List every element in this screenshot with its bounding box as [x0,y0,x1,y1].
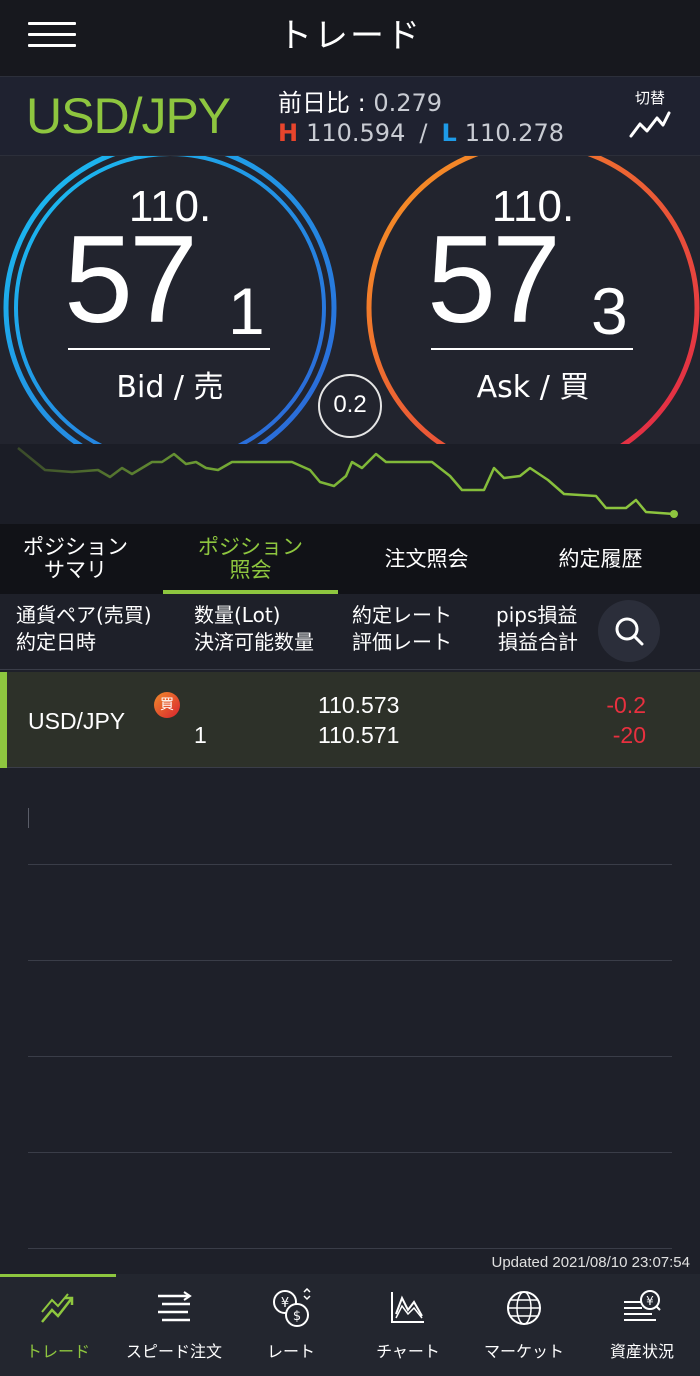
assets-icon: ¥ [624,1290,661,1321]
spread-badge: 0.2 [318,374,382,438]
low-label: L [441,119,457,147]
switch-view-button[interactable]: 切替 [624,87,676,147]
position-quantity: 1 [194,722,207,748]
rate-panel: 110. 57 1 Bid / 売 110. 57 3 Ask / 買 0.2 [0,156,700,444]
bid-divider [68,348,270,350]
high-low: H 110.594 / L 110.278 [278,119,564,147]
bid-rate-fraction: 1 [228,274,265,348]
position-tabs: ポジション サマリ ポジション 照会 注文照会 約定履歴 [0,524,700,594]
svg-text:¥: ¥ [646,1294,654,1308]
price-sparkline [0,444,700,524]
currency-pair-bar: USD/JPY 前日比 : 0.279 H 110.594 / L 110.278 切替 [0,76,700,156]
position-contract-rate: 110.573 [318,692,400,718]
ask-divider [431,348,633,350]
position-pips-pl: -0.2 [606,692,646,718]
tab-order-inquiry[interactable]: 注文照会 [339,524,514,594]
nav-rate[interactable]: ¥ $ レート [233,1274,349,1376]
list-separator [28,960,672,961]
col-pair-side: 通貨ペア(売買) [16,603,152,627]
nav-chart-label: チャート [376,1342,440,1361]
empty-position-list [0,768,700,1249]
high-label: H [278,119,299,147]
search-button[interactable] [598,600,660,662]
previous-day-change: 前日比 : 0.279 [278,83,442,118]
nav-rate-label: レート [266,1342,315,1361]
updated-timestamp: Updated 2021/08/10 23:07:54 [491,1254,690,1271]
list-separator [28,864,672,865]
ask-label: Ask / 買 [476,370,590,405]
low-value: 110.278 [464,119,564,147]
sparkline-chart [17,447,678,518]
nav-assets-label: 資産状況 [609,1342,674,1361]
tab-execution-history-label: 約定履歴 [558,546,643,571]
col-contract-rate: 約定レート [352,603,452,627]
buy-side-badge: 買 [154,692,180,718]
chart-icon [391,1292,424,1323]
svg-text:$: $ [293,1309,301,1324]
col-quantity: 数量(Lot) [194,603,281,627]
tab-execution-history[interactable]: 約定履歴 [513,524,688,594]
app-header: トレード [0,0,700,76]
page-title: トレード [278,16,422,56]
bid-label: Bid / 売 [116,370,224,405]
position-row-marker [0,672,7,768]
position-evaluation-rate: 110.571 [318,722,400,748]
nav-market[interactable]: マーケット [466,1274,582,1376]
ask-rate-pips: 57 [427,211,561,349]
list-separator [28,1056,672,1057]
trend-chart-icon [629,111,671,138]
col-pips-pl: pips損益 [496,603,578,627]
position-pair: USD/JPY [28,708,126,734]
ask-buy-button[interactable]: 110. 57 3 Ask / 買 [413,156,653,444]
high-low-separator: / [419,119,428,147]
nav-trade-label: トレード [25,1342,90,1361]
tab-position-inquiry-label: ポジション 照会 [198,535,303,582]
col-settleable-quantity: 決済可能数量 [194,630,314,654]
switch-label: 切替 [634,89,665,107]
nav-speed-order-label: スピード注文 [125,1342,222,1361]
tab-order-inquiry-label: 注文照会 [384,546,469,571]
nav-chart[interactable]: チャート [350,1274,466,1376]
tab-position-inquiry[interactable]: ポジション 照会 [163,524,338,594]
col-total-pl: 損益合計 [498,630,578,654]
list-separator [28,1152,672,1153]
market-globe-icon [507,1291,541,1325]
currency-pair-name[interactable]: USD/JPY [26,87,231,145]
position-total-pl: -20 [612,722,646,748]
trade-screen: トレード USD/JPY 前日比 : 0.279 H 110.594/L 110.2… [0,0,700,1376]
previous-day-change-label: 前日比 : [278,89,374,117]
list-divider-tick [28,808,29,828]
nav-assets[interactable]: ¥ 資産状況 [584,1274,700,1376]
list-separator [28,1248,672,1249]
tab-position-summary-label: ポジション サマリ [23,535,128,582]
search-icon [615,617,644,646]
previous-day-change-value: 0.279 [373,89,443,117]
bid-sell-button[interactable]: 110. 57 1 Bid / 売 [50,156,290,444]
speed-order-icon [158,1291,192,1322]
position-table-header: 通貨ペア(売買) 約定日時 数量(Lot) 決済可能数量 約定レート 評価レート… [0,594,700,670]
nav-market-label: マーケット [483,1342,564,1361]
tab-position-summary[interactable]: ポジション サマリ [0,524,163,594]
bid-rate-pips: 57 [64,211,198,349]
col-evaluation-rate: 評価レート [352,630,452,654]
nav-speed-order[interactable]: スピード注文 [116,1274,232,1376]
position-row[interactable]: USD/JPY 買 1 110.573 110.571 -0.2 -20 [0,672,700,768]
nav-trade[interactable]: トレード [0,1274,116,1376]
bottom-navigation: トレード スピード注文 ¥ $ レート チャート マーケット ¥ 資産状況 [0,1274,700,1376]
trade-icon [41,1293,74,1323]
rate-icon: ¥ $ [273,1288,311,1327]
col-contract-datetime: 約定日時 [16,630,96,654]
high-value: 110.594 [306,119,406,147]
ask-rate-fraction: 3 [591,274,628,348]
